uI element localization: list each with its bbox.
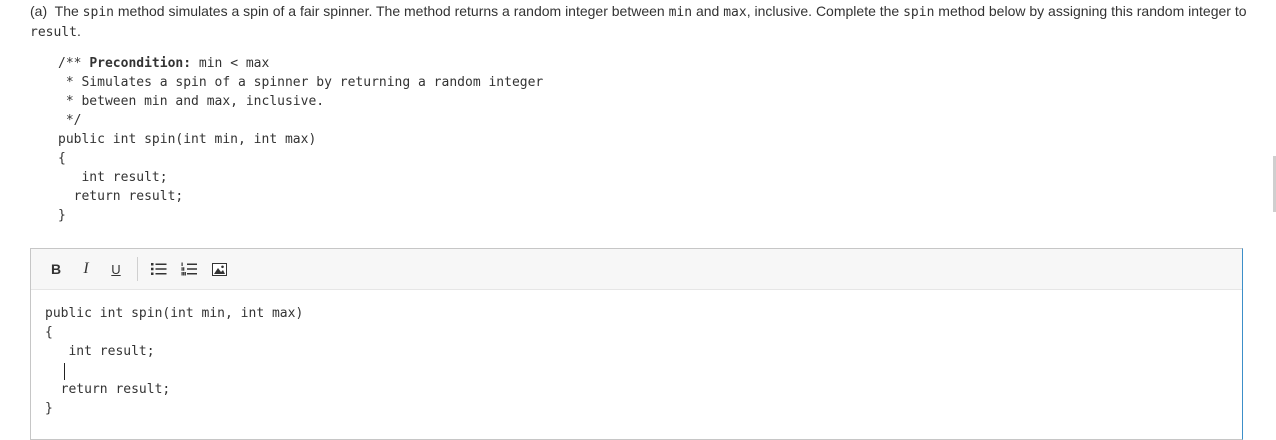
numbered-list-icon xyxy=(181,262,197,276)
underline-button[interactable]: U xyxy=(101,255,131,283)
editor-content[interactable]: public int spin(int min, int max) { int … xyxy=(31,290,1242,418)
toolbar-divider xyxy=(137,257,138,281)
given-code-block: /** Precondition: min < max * Simulates … xyxy=(58,56,544,223)
editor-toolbar: B I U xyxy=(31,249,1242,290)
italic-button[interactable]: I xyxy=(71,255,101,283)
question-part: (a) xyxy=(30,3,48,19)
insert-image-button[interactable] xyxy=(204,255,234,283)
image-icon xyxy=(211,262,227,276)
rich-text-editor[interactable]: B I U public int spin(int min, int max) … xyxy=(30,248,1243,440)
bulleted-list-button[interactable] xyxy=(144,255,174,283)
numbered-list-button[interactable] xyxy=(174,255,204,283)
bold-button[interactable]: B xyxy=(41,255,71,283)
question-text: (a) The spin method simulates a spin of … xyxy=(30,3,1247,40)
precondition-label: Precondition: xyxy=(89,56,192,71)
bulleted-list-icon xyxy=(151,263,167,275)
text-cursor xyxy=(64,363,65,380)
answer-code[interactable]: public int spin(int min, int max) { int … xyxy=(45,304,1242,418)
